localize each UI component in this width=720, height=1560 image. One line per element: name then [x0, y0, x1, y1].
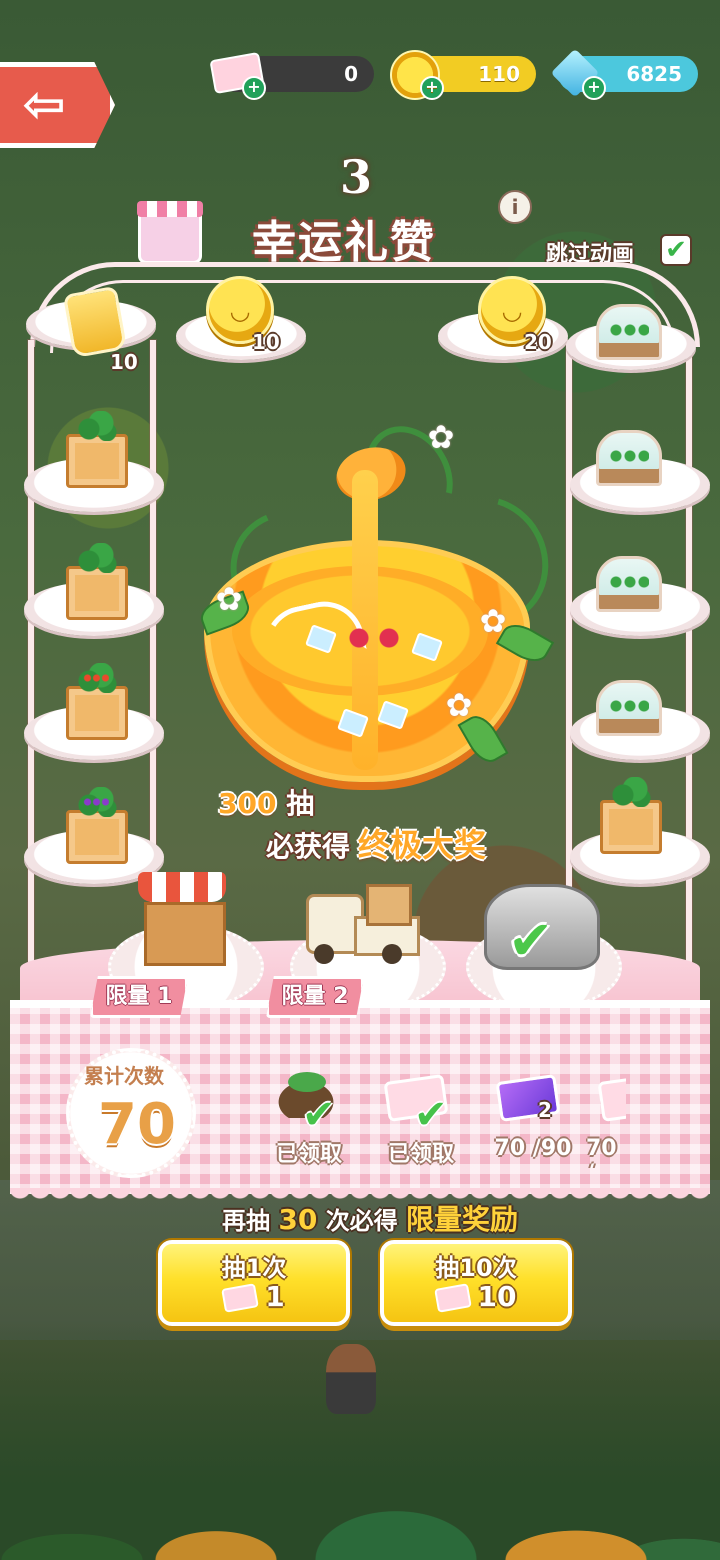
draw-ten-cost-value: 10	[477, 1280, 517, 1313]
flower-icon: ✿	[479, 602, 507, 640]
market-stall-icon[interactable]	[138, 872, 226, 966]
ticket-icon	[597, 1078, 626, 1122]
add-gems-icon[interactable]: +	[582, 76, 606, 100]
crate-of-greens-icon	[66, 411, 128, 488]
delivery-truck-icon[interactable]	[306, 884, 420, 966]
coin-count: 110	[478, 62, 520, 86]
ticket-count: 0	[344, 62, 358, 86]
draw-ten-cost: 10	[384, 1280, 568, 1313]
shop-icon[interactable]	[137, 201, 203, 264]
greenhouse-icon	[596, 680, 662, 736]
coin-bag-icon	[62, 285, 128, 359]
limited-tag-1: 限量 1	[90, 976, 188, 1018]
next-reward-name: 限量奖励	[406, 1203, 519, 1236]
cumulative-count-label: 累计次数	[84, 1064, 164, 1088]
flower-icon: ✿	[427, 418, 455, 456]
truck-wheel	[382, 944, 402, 964]
draw-ten-button[interactable]: 抽10次 10	[380, 1240, 572, 1326]
ticket-icon	[221, 1283, 260, 1313]
claimed-check-icon: ✔	[302, 1092, 336, 1138]
milestone-reward[interactable]: 2 70 /90	[478, 1074, 588, 1168]
back-button[interactable]: ⇦	[0, 62, 115, 148]
draw-once-cost-value: 1	[265, 1280, 285, 1313]
grand-prize-guarantee: 必获得	[266, 830, 351, 863]
milestone-status: 已领取	[387, 1142, 454, 1167]
crate-of-cabbage-icon	[66, 543, 128, 620]
back-arrow-icon: ⇦	[22, 75, 66, 135]
ticket-counter[interactable]: + 0	[209, 51, 374, 100]
truck-cargo	[366, 884, 412, 926]
owned-check-icon: ✔	[508, 909, 554, 972]
crate-of-orange-tree-icon	[66, 663, 128, 740]
ticket-icon	[433, 1283, 472, 1313]
milestone-reward[interactable]: ✔ 已领取	[366, 1074, 476, 1168]
gem-count: 6825	[626, 62, 682, 86]
greenhouse-icon	[596, 556, 662, 612]
skip-animation-checkbox[interactable]: ✔	[660, 234, 692, 266]
limited-tag-number: 2	[333, 984, 349, 1009]
milestone-status: 70 /	[586, 1136, 617, 1168]
milestone-reward[interactable]: 70 /	[586, 1078, 626, 1168]
round-number: 3	[340, 150, 373, 204]
flower-icon: ✿	[445, 686, 473, 724]
greenhouse-icon	[596, 304, 662, 360]
add-tickets-icon[interactable]: +	[242, 76, 266, 100]
grand-prize-unit: 抽	[286, 787, 315, 820]
pillar-left-outer	[28, 340, 34, 1020]
flower-icon: ✿	[215, 580, 243, 618]
grand-prize-name: 终极大奖	[358, 826, 487, 864]
truck-wheel	[314, 944, 334, 964]
coin-counter[interactable]: + 110	[390, 50, 536, 100]
pool-item-qty: 10	[110, 350, 138, 374]
pool-item-qty: 20	[524, 330, 552, 354]
next-reward-count: 30	[278, 1203, 318, 1236]
crate-of-plant-icon	[600, 777, 662, 854]
limited-tag-label: 限量	[105, 984, 150, 1009]
grand-prize-count: 300	[218, 787, 277, 820]
next-reward-middle: 次必得	[325, 1207, 398, 1235]
crate-of-eggplant-icon	[66, 787, 128, 864]
grand-prize-count-text: 300 抽	[218, 782, 314, 822]
add-coins-icon[interactable]: +	[420, 76, 444, 100]
claimed-check-icon: ✔	[414, 1092, 448, 1138]
player-character	[326, 1344, 376, 1414]
pillar-right-outer	[686, 340, 692, 1020]
heart-glasses-icon	[344, 628, 404, 648]
draw-once-button[interactable]: 抽1次 1	[158, 1240, 350, 1326]
milestone-qty: 2	[538, 1098, 552, 1122]
draw-once-cost: 1	[162, 1280, 346, 1313]
limited-tag-2: 限量 2	[266, 976, 364, 1018]
stall-awning	[138, 872, 226, 902]
stall-body	[144, 902, 226, 966]
next-reward-text: 再抽 30 次必得 限量奖励	[222, 1198, 518, 1238]
milestone-status: 70 /90	[494, 1136, 572, 1161]
grand-prize-text: 必获得 终极大奖	[266, 820, 486, 866]
cumulative-count-value: 70	[98, 1092, 176, 1157]
draw-ten-label: 抽10次	[435, 1254, 517, 1282]
gem-counter[interactable]: + 6825	[550, 48, 698, 100]
next-reward-prefix: 再抽	[222, 1207, 270, 1235]
limited-tag-number: 1	[157, 984, 173, 1009]
info-icon[interactable]: i	[498, 190, 532, 224]
greenhouse-icon	[596, 430, 662, 486]
draw-once-label: 抽1次	[221, 1254, 287, 1282]
limited-tag-label: 限量	[281, 984, 326, 1009]
milestone-reward[interactable]: ✔ 已领取	[254, 1072, 364, 1168]
pool-item-qty: 10	[252, 330, 280, 354]
milestone-status: 已领取	[275, 1142, 342, 1167]
page-title: 幸运礼赞	[252, 217, 436, 268]
